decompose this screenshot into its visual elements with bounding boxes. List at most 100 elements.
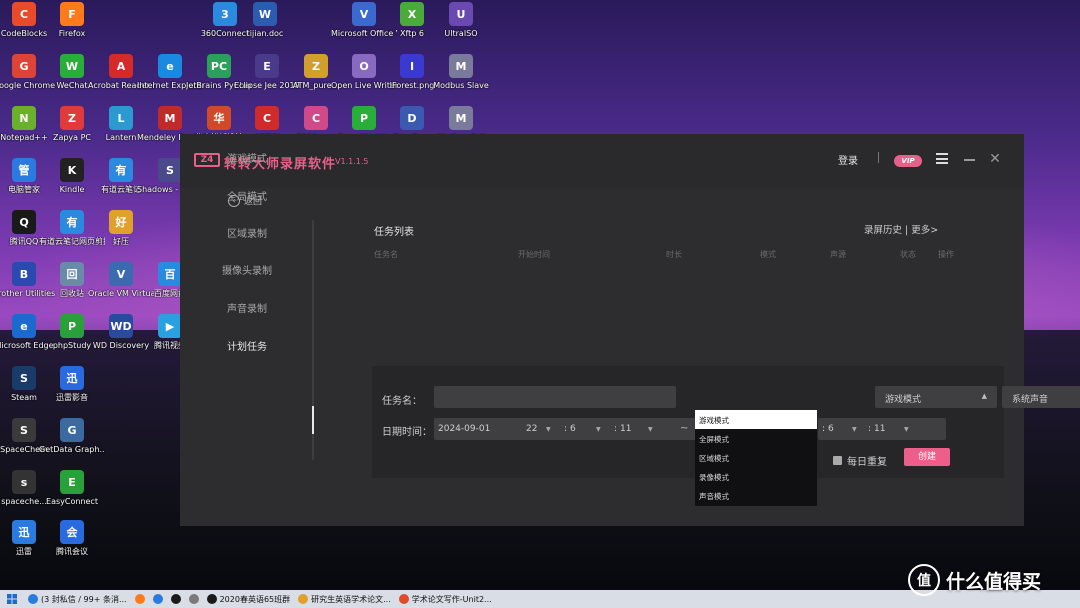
sidebar-item[interactable]: 计划任务 [180, 338, 314, 353]
desktop-icon-label: 腾讯会议 [56, 547, 88, 556]
app-icon: 回 [60, 262, 84, 286]
checkbox-icon[interactable] [833, 456, 842, 465]
minimize-icon[interactable] [964, 159, 975, 161]
task-form: 任务名： 游戏模式 ▲ 系统声音 ▼ 日期时间： 2024-09-01 22 ▼… [372, 366, 1080, 478]
sidebar-item[interactable]: 声音录制 [180, 300, 314, 315]
vip-button[interactable]: VIP [894, 155, 922, 167]
app-icon: C [12, 2, 36, 26]
app-icon: e [12, 314, 36, 338]
taskbar-item[interactable] [185, 590, 203, 608]
task-name-input[interactable] [434, 386, 676, 408]
app-icon: I [400, 54, 424, 78]
dropdown-option[interactable]: 游戏模式 [695, 410, 817, 429]
taskbar-item[interactable] [131, 590, 149, 608]
taskbar-item[interactable]: 2020春英语65班群 [203, 590, 295, 608]
end-datetime[interactable]: : 6 ▼ : 11 ▼ [818, 418, 946, 440]
desktop-icon[interactable]: U UltraISO [428, 2, 494, 38]
sidebar-item[interactable]: 游戏模式 [180, 150, 314, 165]
taskbar-app-icon [134, 594, 145, 604]
app-icon: 有 [60, 210, 84, 234]
app-icon: 好 [109, 210, 133, 234]
taskbar-item[interactable]: 学术论文写作-Unit2... [395, 590, 496, 608]
taskbar-app-icon [398, 594, 409, 604]
end-second[interactable]: 11 [874, 424, 885, 434]
second-dropdown-icon[interactable]: ▼ [648, 426, 653, 433]
app-icon: WD [109, 314, 133, 338]
app-icon: 迅 [12, 520, 36, 544]
app-icon: O [352, 54, 376, 78]
desktop-icon-label: EasyConnect [46, 497, 98, 506]
app-icon: G [12, 54, 36, 78]
desktop-icon[interactable]: E EasyConnect [39, 470, 105, 506]
app-icon: 会 [60, 520, 84, 544]
taskbar-app-icon [152, 594, 163, 604]
start-button[interactable] [0, 590, 24, 608]
app-icon: P [60, 314, 84, 338]
start-datetime[interactable]: 2024-09-01 22 ▼ : 6 ▼ : 11 ▼ [434, 418, 696, 440]
app-icon: 华 [207, 106, 231, 130]
app-icon: PC [207, 54, 231, 78]
audio-select-value: 系统声音 [1012, 395, 1049, 405]
start-second[interactable]: 11 [620, 424, 631, 434]
dropdown-option[interactable]: 声音模式 [695, 486, 817, 505]
taskbar-items: (3 封私信 / 99+ 条消... 2020春英语65班群 研究生英语学术论文..… [24, 590, 496, 608]
hour-dropdown-icon[interactable]: ▼ [546, 426, 551, 433]
desktop-icon[interactable]: Wtijian.doc [232, 2, 298, 38]
app-window: Z4 转转大师录屏软件 V1.1.1.5 登录 VIP ✕ ‹ 返回 游戏模式全… [180, 134, 1080, 526]
hamburger-menu-icon[interactable] [936, 153, 948, 164]
dropdown-option[interactable]: 录像模式 [695, 467, 817, 486]
dropdown-option[interactable]: 区域模式 [695, 448, 817, 467]
app-icon: V [109, 262, 133, 286]
taskbar-item[interactable]: (3 封私信 / 99+ 条消... [24, 590, 131, 608]
desktop-icon[interactable]: 好好压 [88, 210, 154, 246]
taskbar-item[interactable] [167, 590, 185, 608]
end-minute[interactable]: 6 [828, 424, 834, 434]
taskbar-item[interactable]: 研究生英语学术论文... [294, 590, 395, 608]
audio-select[interactable]: 系统声音 ▼ [1002, 386, 1080, 408]
sidebar-item[interactable]: 全局模式 [180, 188, 314, 203]
date-value[interactable]: 2024-09-01 [438, 424, 490, 434]
desktop-icon[interactable]: F Firefox [39, 2, 105, 38]
taskbar-app-icon [188, 594, 199, 604]
app-icon: Q [12, 210, 36, 234]
colon: : [564, 424, 568, 434]
app-icon: S [12, 366, 36, 390]
taskbar-app-icon [298, 594, 309, 604]
app-icon: s [12, 470, 36, 494]
start-minute[interactable]: 6 [570, 424, 576, 434]
taskbar-item[interactable] [149, 590, 167, 608]
app-icon: ▶ [158, 314, 182, 338]
login-button[interactable]: 登录 [838, 152, 858, 167]
taskbar-item-label: 2020春英语65班群 [219, 594, 291, 604]
mode-select[interactable]: 游戏模式 ▲ [875, 386, 997, 408]
app-icon: Z [304, 54, 328, 78]
desktop-icon-label: 好压 [113, 237, 129, 246]
dropdown-option[interactable]: 全屏模式 [695, 429, 817, 448]
desktop-icon[interactable]: 迅迅雷影音 [39, 366, 105, 402]
start-hour[interactable]: 22 [526, 424, 537, 434]
desktop-icon[interactable]: G GetData Graph... [39, 418, 105, 454]
app-icon: M [158, 106, 182, 130]
taskbar-app-icon [206, 594, 217, 604]
second-dropdown-icon[interactable]: ▼ [904, 426, 909, 433]
create-button[interactable]: 创建 [904, 448, 950, 466]
sidebar-item[interactable]: 摄像头录制 [180, 262, 314, 277]
desktop-icon-label: UltraISO [444, 29, 478, 38]
desktop-icon[interactable]: 会腾讯会议 [39, 520, 105, 556]
app-icon: G [60, 418, 84, 442]
title-separator [878, 152, 879, 163]
column-header: 模式 [760, 250, 776, 259]
watermark: 值 什么值得买 [908, 564, 1041, 596]
close-icon[interactable]: ✕ [988, 152, 1002, 166]
daily-repeat-checkbox[interactable]: 每日重复 [833, 453, 887, 468]
app-icon: E [60, 470, 84, 494]
sidebar-item[interactable]: 区域录制 [180, 225, 314, 240]
desktop-icon[interactable]: M Modbus Slave [428, 54, 494, 90]
minute-dropdown-icon[interactable]: ▼ [852, 426, 857, 433]
history-link[interactable]: 录屏历史 | 更多> [864, 222, 938, 236]
app-icon: E [255, 54, 279, 78]
taskbar-item-label: 学术论文写作-Unit2... [411, 594, 492, 604]
app-icon: B [12, 262, 36, 286]
app-icon: 百 [158, 262, 182, 286]
minute-dropdown-icon[interactable]: ▼ [596, 426, 601, 433]
